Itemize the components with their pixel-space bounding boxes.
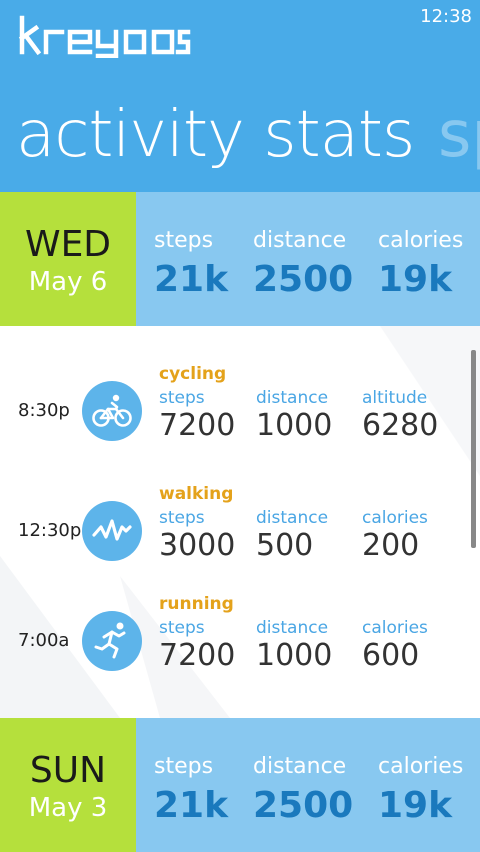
activity-type: walking [159,484,234,504]
activity-type: cycling [159,364,227,384]
metric-value: 600 [362,638,420,673]
activity-metric: distance 1000 [256,618,332,673]
activity-metric: altitude 6280 [362,388,438,443]
day-stat-label: calories [378,754,464,779]
metric-label: distance [256,618,329,638]
metric-label: steps [159,508,205,528]
metric-value: 1000 [256,408,333,443]
day-date: May 3 [28,793,108,823]
app-header: 12:38 activity stats sp [0,0,480,192]
day-stat-steps: steps 21k [154,228,228,300]
day-stats: steps 21k distance 2500 calories 19k [136,718,480,852]
activity-metric: calories 200 [362,508,428,563]
day-stat-value: 21k [154,785,229,826]
metric-value: 1000 [256,638,333,673]
day-stat-distance: distance 2500 [253,754,353,826]
scrollbar[interactable] [471,350,476,548]
day-stat-value: 21k [154,259,229,300]
running-icon [82,611,142,671]
activity-item[interactable]: 7:00a running steps 7200 distance 1000 c… [0,590,480,690]
day-name: SUN [29,750,107,791]
day-stat-label: distance [253,754,347,779]
activity-metric: calories 600 [362,618,428,673]
day-stat-value: 19k [378,259,453,300]
day-stat-distance: distance 2500 [253,228,353,300]
metric-value: 200 [362,528,420,563]
activity-item[interactable]: 12:30p walking steps 3000 distance 500 c… [0,480,480,580]
metric-value: 7200 [159,638,236,673]
day-date-box: WED May 6 [0,192,136,326]
next-pivot-title[interactable]: sp [438,98,480,172]
metric-label: steps [159,388,205,408]
day-date-box: SUN May 3 [0,718,136,852]
metric-value: 7200 [159,408,236,443]
day-date: May 6 [28,267,108,297]
activity-metric: steps 7200 [159,388,235,443]
day-stats: steps 21k distance 2500 calories 19k [136,192,480,326]
activity-metric: steps 3000 [159,508,235,563]
day-stat-calories: calories 19k [378,228,463,300]
metric-label: calories [362,508,428,528]
metric-label: altitude [362,388,428,408]
activity-time: 12:30p [18,520,82,541]
day-stat-value: 2500 [253,785,354,826]
day-stat-label: steps [154,754,214,779]
day-name: WED [24,224,112,265]
day-stat-value: 19k [378,785,453,826]
page-title: activity stats [16,98,415,172]
cycling-icon [82,381,142,441]
activity-time: 7:00a [18,630,70,651]
activity-metric: steps 7200 [159,618,235,673]
day-stat-label: calories [378,228,464,253]
activity-metric: distance 500 [256,508,328,563]
day-stat-label: distance [253,228,347,253]
day-stat-label: steps [154,228,214,253]
metric-value: 500 [256,528,314,563]
metric-label: steps [159,618,205,638]
walking-wave-icon [82,501,142,561]
metric-value: 3000 [159,528,236,563]
metric-label: distance [256,508,329,528]
activity-item[interactable]: 8:30p cycling steps 7200 distance 1000 a… [0,360,480,460]
activity-time: 8:30p [18,400,70,421]
kreyos-logo [18,15,191,58]
activity-metric: distance 1000 [256,388,332,443]
status-clock: 12:38 [420,6,472,27]
activity-list[interactable]: 8:30p cycling steps 7200 distance 1000 a… [0,326,480,718]
day-summary-card[interactable]: SUN May 3 steps 21k distance 2500 calori… [0,718,480,852]
metric-label: calories [362,618,428,638]
day-stat-value: 2500 [253,259,354,300]
metric-value: 6280 [362,408,439,443]
metric-label: distance [256,388,329,408]
day-stat-steps: steps 21k [154,754,228,826]
activity-type: running [159,594,234,614]
day-summary-card[interactable]: WED May 6 steps 21k distance 2500 calori… [0,192,480,326]
day-stat-calories: calories 19k [378,754,463,826]
